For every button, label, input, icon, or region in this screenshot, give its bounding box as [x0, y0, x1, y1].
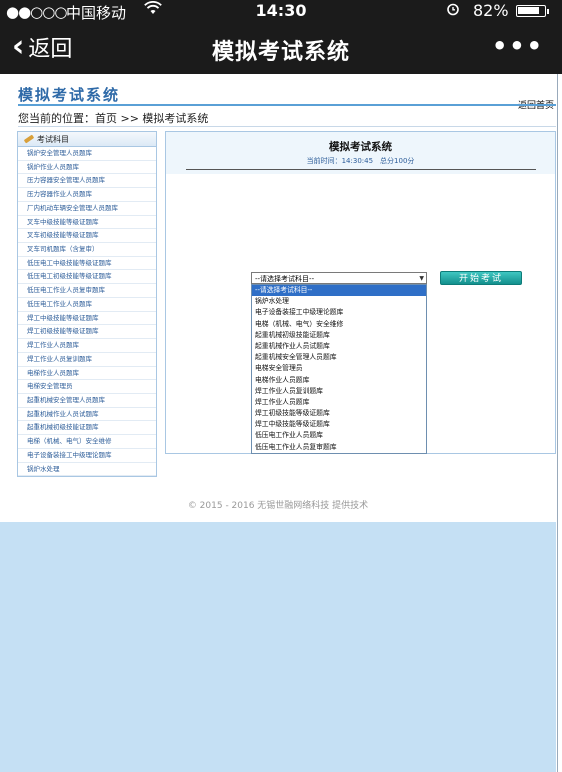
subject-dropdown-list[interactable]: --请选择考试科目-- 锅炉水处理 电子设备装接工中级理论题库 电梯（机械、电气）安全…: [251, 284, 427, 454]
dropdown-option[interactable]: 焊工初级技能等级证题库: [252, 408, 426, 419]
exam-header-divider: [186, 169, 536, 170]
dropdown-option[interactable]: --请选择考试科目--: [252, 285, 426, 297]
alarm-icon: [446, 2, 460, 20]
battery-icon: [516, 5, 549, 17]
dropdown-option[interactable]: 焊工作业人员题库: [252, 397, 426, 408]
sidebar-subject-item[interactable]: 焊工初级技能等级证题库: [18, 325, 156, 340]
sidebar-subject-item[interactable]: 锅炉安全管理人员题库: [18, 147, 156, 161]
dropdown-option[interactable]: 低压电工作业人员复审题库: [252, 442, 426, 453]
dropdown-option[interactable]: 锅炉水处理: [252, 296, 426, 307]
dropdown-option[interactable]: 电子设备装接工中级理论题库: [252, 307, 426, 318]
sidebar-heading-label: 考试科目: [37, 134, 69, 144]
sidebar-subject-item[interactable]: 厂内机动车辆安全管理人员题库: [18, 202, 156, 216]
dropdown-option[interactable]: 焊工作业人员复训题库: [252, 386, 426, 397]
sidebar-subject-item[interactable]: 叉车初级技能等级证题库: [18, 229, 156, 244]
start-exam-button[interactable]: 开始考试: [440, 271, 522, 285]
exam-title: 模拟考试系统: [329, 141, 392, 153]
sidebar-heading: 考试科目: [18, 132, 156, 147]
sidebar-subject-item[interactable]: 压力容器作业人员题库: [18, 188, 156, 202]
sidebar-subject-item[interactable]: 电梯作业人员题库: [18, 367, 156, 381]
battery-percent: 82%: [473, 1, 509, 20]
sidebar-subject-item[interactable]: 起重机械作业人员试题库: [18, 408, 156, 422]
sidebar-subject-item[interactable]: 叉车司机题库（含复审）: [18, 243, 156, 257]
breadcrumb-divider: [18, 126, 556, 127]
sidebar-subject-item[interactable]: 低压电工作业人员题库: [18, 298, 156, 312]
subject-select-value: --请选择考试科目--: [255, 275, 315, 283]
sidebar-subject-item[interactable]: 起重机械初级技能证题库: [18, 421, 156, 436]
subject-sidebar: 考试科目 锅炉安全管理人员题库 锅炉作业人员题库 压力容器安全管理人员题库 压力容器作…: [17, 131, 157, 478]
dropdown-option[interactable]: 电梯安全管理员: [252, 363, 426, 374]
copyright-footer: © 2015 - 2016 无锡世融网络科技 提供技术: [187, 501, 369, 511]
sidebar-subject-item[interactable]: 低压电工中级技能等级证题库: [18, 257, 156, 271]
navigation-bar: ‹ 返回 模拟考试系统 •••: [0, 22, 562, 74]
subject-select[interactable]: --请选择考试科目-- ▼: [251, 272, 427, 284]
site-title: 模拟考试系统: [18, 86, 121, 104]
title-divider: [18, 104, 556, 106]
exam-time-info: 当前时间：14:30:45 总分100分: [306, 157, 415, 165]
sidebar-subject-item[interactable]: 电梯安全管理员: [18, 380, 156, 394]
pencil-icon: [23, 134, 35, 144]
status-bar: ●●○○○ 中国移动 14:30 82%: [0, 0, 562, 22]
sidebar-subject-item[interactable]: 焊工作业人员复训题库: [18, 353, 156, 367]
web-page: 模拟考试系统 返回首页 您当前的位置：首页 >> 模拟考试系统 考试科目 锅炉安…: [0, 74, 556, 522]
sidebar-subject-item[interactable]: 锅炉作业人员题库: [18, 161, 156, 175]
dropdown-option[interactable]: 起重机械安全管理人员题库: [252, 352, 426, 363]
sidebar-subject-item[interactable]: 低压电工作业人员复审题库: [18, 284, 156, 298]
battery-tip: [547, 8, 549, 14]
sidebar-subject-item[interactable]: 锅炉水处理: [18, 463, 156, 477]
more-icon[interactable]: •••: [492, 32, 544, 60]
battery-level-fill: [518, 7, 539, 14]
page-edge-line: [557, 74, 558, 772]
exam-panel-header: 模拟考试系统 当前时间：14:30:45 总分100分: [166, 132, 555, 174]
exam-panel: 模拟考试系统 当前时间：14:30:45 总分100分 --请选择考试科目-- …: [165, 131, 556, 454]
sidebar-subject-item[interactable]: 低压电工初级技能等级证题库: [18, 270, 156, 285]
sidebar-subject-item[interactable]: 起重机械安全管理人员题库: [18, 394, 156, 408]
sidebar-subject-item[interactable]: 电子设备装接工中级理论题库: [18, 449, 156, 463]
dropdown-option[interactable]: 起重机械作业人员试题库: [252, 341, 426, 352]
page-header: 模拟考试系统 返回首页: [18, 82, 556, 111]
sidebar-subject-item[interactable]: 压力容器安全管理人员题库: [18, 174, 156, 189]
breadcrumb: 您当前的位置：首页 >> 模拟考试系统: [18, 112, 209, 125]
dropdown-option[interactable]: 电梯（机械、电气）安全维修: [252, 319, 426, 330]
sidebar-subject-item[interactable]: 焊工作业人员题库: [18, 339, 156, 353]
subject-list: 锅炉安全管理人员题库 锅炉作业人员题库 压力容器安全管理人员题库 压力容器作业人员题库…: [18, 147, 156, 477]
sidebar-subject-item[interactable]: 电梯（机械、电气）安全维修: [18, 435, 156, 449]
dropdown-option[interactable]: 焊工中级技能等级证题库: [252, 419, 426, 430]
nav-title: 模拟考试系统: [211, 40, 350, 65]
dropdown-option[interactable]: 起重机械初级技能证题库: [252, 330, 426, 341]
dropdown-option[interactable]: 电梯作业人员题库: [252, 375, 426, 386]
sidebar-subject-item[interactable]: 叉车中级技能等级证题库: [18, 216, 156, 230]
dropdown-option[interactable]: 低压电工初级技能等级证题库: [252, 453, 426, 454]
sidebar-subject-item[interactable]: 焊工中级技能等级证题库: [18, 312, 156, 326]
dropdown-option[interactable]: 低压电工作业人员题库: [252, 430, 426, 441]
